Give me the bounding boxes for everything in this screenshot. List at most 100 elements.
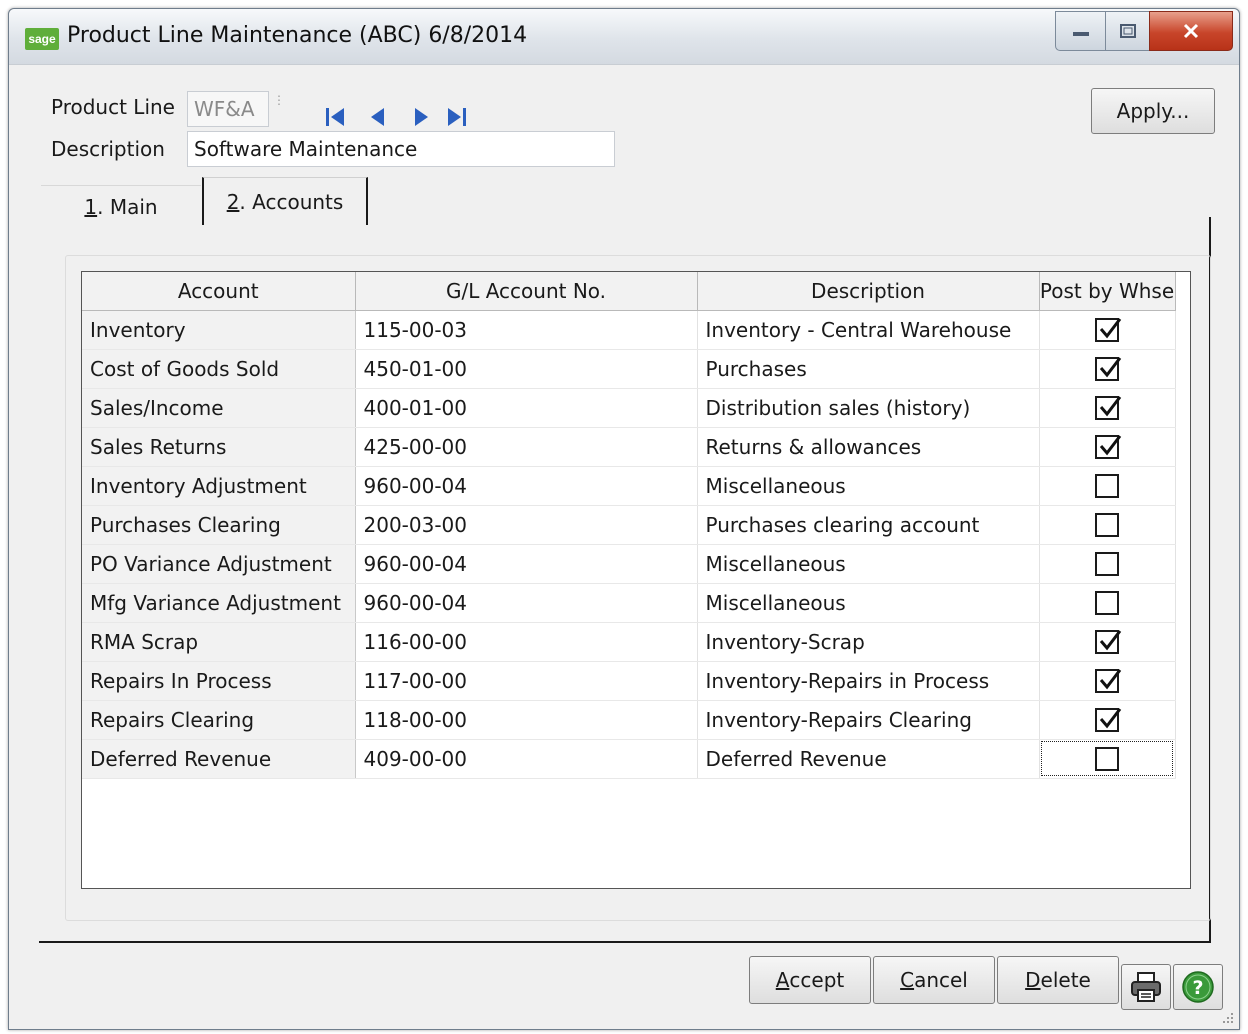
gl-account-cell[interactable]: 400-01-00 [355,388,698,428]
first-record-button[interactable] [323,103,347,131]
table-row[interactable]: PO Variance Adjustment 960-00-04 Miscellan… [82,544,1176,584]
table-row[interactable]: Deferred Revenue 409-00-00 Deferred Revenu… [82,739,1176,779]
description-cell[interactable]: Returns & allowances [697,427,1040,467]
post-by-whse-checkbox[interactable] [1095,669,1122,694]
post-by-whse-checkbox[interactable] [1095,435,1122,460]
table-row[interactable]: Sales/Income 400-01-00 Distribution sales … [82,388,1176,428]
description-cell[interactable]: Miscellaneous [697,583,1040,623]
post-by-whse-checkbox[interactable] [1095,513,1119,538]
close-button[interactable] [1149,11,1233,51]
description-cell[interactable]: Purchases clearing account [697,505,1040,545]
table-row[interactable]: Mfg Variance Adjustment 960-00-04 Miscella… [82,583,1176,623]
description-field[interactable]: Software Maintenance [187,131,615,167]
next-record-button[interactable] [409,103,433,131]
description-cell[interactable]: Purchases [697,349,1040,389]
post-by-whse-cell[interactable] [1039,622,1176,662]
description-cell[interactable]: Miscellaneous [697,466,1040,506]
table-row[interactable]: Purchases Clearing 200-03-00 Purchases cle… [82,505,1176,545]
product-line-field[interactable]: WF&A [187,91,269,127]
tab-accounts-key: 2 [226,189,240,214]
description-cell[interactable]: Deferred Revenue [697,739,1040,779]
column-header-gl-account[interactable]: G/L Account No. [355,272,698,311]
post-by-whse-cell[interactable] [1039,583,1176,623]
description-cell[interactable]: Distribution sales (history) [697,388,1040,428]
post-by-whse-checkbox[interactable] [1095,630,1122,655]
post-by-whse-checkbox[interactable] [1095,591,1119,616]
table-row[interactable]: Inventory Adjustment 960-00-04 Miscellaneo… [82,466,1176,506]
post-by-whse-checkbox[interactable] [1095,396,1122,421]
description-cell[interactable]: Inventory - Central Warehouse [697,310,1040,350]
table-row[interactable]: RMA Scrap 116-00-00 Inventory-Scrap [82,622,1176,662]
post-by-whse-checkbox[interactable] [1095,357,1122,382]
cancel-button[interactable]: Cancel [873,956,995,1004]
title-bar[interactable]: sage Product Line Maintenance (ABC) 6/8/… [9,9,1239,65]
gl-account-cell[interactable]: 117-00-00 [355,661,698,701]
resize-grip-icon[interactable] [1221,1011,1235,1025]
account-cell[interactable]: PO Variance Adjustment [82,544,356,584]
post-by-whse-checkbox[interactable] [1095,552,1119,577]
apply-button[interactable]: Apply... [1091,88,1215,134]
account-cell[interactable]: Purchases Clearing [82,505,356,545]
gl-account-cell[interactable]: 115-00-03 [355,310,698,350]
post-by-whse-checkbox[interactable] [1095,747,1119,772]
table-row[interactable]: Cost of Goods Sold 450-01-00 Purchases [82,349,1176,389]
column-header-account[interactable]: Account [82,272,356,311]
account-cell[interactable]: Deferred Revenue [82,739,356,779]
first-record-icon [326,108,344,126]
post-by-whse-cell[interactable] [1039,739,1176,779]
post-by-whse-cell[interactable] [1039,700,1176,740]
post-by-whse-checkbox[interactable] [1095,318,1122,343]
tab-accounts[interactable]: 2. Accounts [202,177,368,225]
account-cell[interactable]: Inventory [82,310,356,350]
tab-main[interactable]: 1. Main [41,185,201,227]
gl-account-cell[interactable]: 960-00-04 [355,583,698,623]
column-header-post-by-whse[interactable]: Post by Whse [1039,272,1176,311]
accounts-table: Account G/L Account No. Description Post… [82,272,1176,779]
post-by-whse-checkbox[interactable] [1095,474,1119,499]
account-cell[interactable]: Cost of Goods Sold [82,349,356,389]
description-cell[interactable]: Miscellaneous [697,544,1040,584]
accounts-grid[interactable]: Account G/L Account No. Description Post… [81,271,1191,889]
table-row[interactable]: Repairs In Process 117-00-00 Inventory-Rep… [82,661,1176,701]
table-row[interactable]: Inventory 115-00-03 Inventory - Central Wa… [82,310,1176,350]
gl-account-cell[interactable]: 409-00-00 [355,739,698,779]
description-cell[interactable]: Inventory-Repairs in Process [697,661,1040,701]
post-by-whse-cell[interactable] [1039,505,1176,545]
account-cell[interactable]: Sales/Income [82,388,356,428]
post-by-whse-cell[interactable] [1039,427,1176,467]
gl-account-cell[interactable]: 960-00-04 [355,466,698,506]
last-record-icon [448,108,466,126]
gl-account-cell[interactable]: 450-01-00 [355,349,698,389]
account-cell[interactable]: Inventory Adjustment [82,466,356,506]
gl-account-cell[interactable]: 116-00-00 [355,622,698,662]
help-button[interactable]: ? [1173,964,1223,1010]
gl-account-cell[interactable]: 118-00-00 [355,700,698,740]
account-cell[interactable]: RMA Scrap [82,622,356,662]
post-by-whse-checkbox[interactable] [1095,708,1122,733]
minimize-button[interactable] [1055,11,1105,51]
gl-account-cell[interactable]: 960-00-04 [355,544,698,584]
description-cell[interactable]: Inventory-Repairs Clearing [697,700,1040,740]
gl-account-cell[interactable]: 425-00-00 [355,427,698,467]
column-header-description[interactable]: Description [697,272,1040,311]
account-cell[interactable]: Repairs Clearing [82,700,356,740]
gl-account-cell[interactable]: 200-03-00 [355,505,698,545]
previous-record-button[interactable] [366,103,390,131]
table-row[interactable]: Repairs Clearing 118-00-00 Inventory-Repai… [82,700,1176,740]
post-by-whse-cell[interactable] [1039,466,1176,506]
last-record-button[interactable] [445,103,469,131]
post-by-whse-cell[interactable] [1039,310,1176,350]
print-button[interactable] [1121,964,1171,1010]
maximize-button[interactable] [1105,11,1149,51]
account-cell[interactable]: Mfg Variance Adjustment [82,583,356,623]
post-by-whse-cell[interactable] [1039,544,1176,584]
post-by-whse-cell[interactable] [1039,661,1176,701]
delete-button[interactable]: Delete [997,956,1119,1004]
accept-button[interactable]: Accept [749,956,871,1004]
account-cell[interactable]: Sales Returns [82,427,356,467]
description-cell[interactable]: Inventory-Scrap [697,622,1040,662]
account-cell[interactable]: Repairs In Process [82,661,356,701]
post-by-whse-cell[interactable] [1039,388,1176,428]
post-by-whse-cell[interactable] [1039,349,1176,389]
table-row[interactable]: Sales Returns 425-00-00 Returns & allowanc… [82,427,1176,467]
